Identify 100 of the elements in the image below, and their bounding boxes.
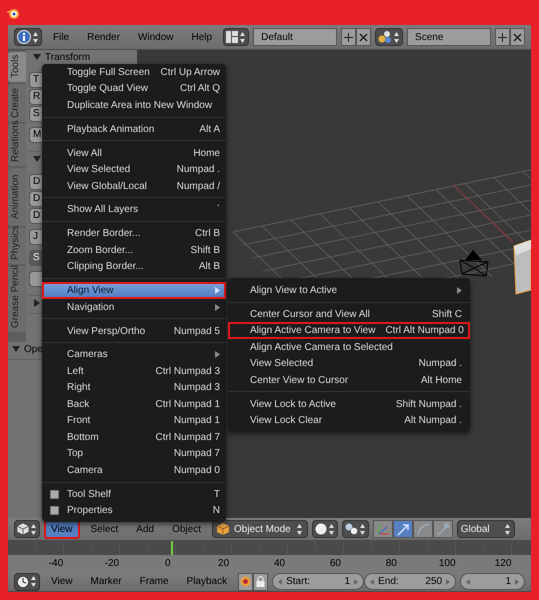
scene-field[interactable]: Scene xyxy=(407,28,491,46)
menu-item[interactable]: Top Numpad 7 xyxy=(42,446,226,462)
menu-item[interactable]: View Selected Numpad . xyxy=(42,161,226,178)
menu-item[interactable]: Toggle Quad View Ctrl Alt Q xyxy=(42,80,226,97)
menu-item[interactable]: Select xyxy=(84,520,126,538)
menu-item[interactable]: Align Active Camera to View Ctrl Alt Numpad 0 xyxy=(228,322,470,339)
ruler-label: 80 xyxy=(384,557,398,571)
left-arrow-icon xyxy=(370,578,374,584)
menu-item[interactable]: File xyxy=(46,30,76,44)
menu-item[interactable]: Zoom Border... Shift B xyxy=(42,242,226,259)
menu-item[interactable]: Clipping Border... Alt B xyxy=(42,258,226,276)
tool-button[interactable] xyxy=(372,520,393,538)
pivot-button[interactable] xyxy=(342,520,369,538)
menu-item[interactable]: Cameras xyxy=(42,346,226,364)
menu-item[interactable]: View Lock to Active Shift Numpad . xyxy=(228,396,470,412)
shading-button[interactable] xyxy=(312,520,338,538)
shelf-button[interactable]: D xyxy=(29,208,42,224)
tool-button[interactable] xyxy=(412,520,433,538)
menu-item[interactable]: Render xyxy=(80,30,127,44)
menu-item[interactable]: View Global/Local Numpad / xyxy=(42,178,226,194)
tool-button[interactable] xyxy=(392,520,413,538)
layout-field[interactable]: Default xyxy=(253,28,338,46)
tool-button[interactable] xyxy=(432,520,453,538)
close-button[interactable] xyxy=(356,28,372,46)
menu-item[interactable]: Render Border... Ctrl B xyxy=(42,226,226,242)
menu-item[interactable]: Center Cursor and View All Shift C xyxy=(228,306,470,322)
shelf-button[interactable]: J xyxy=(29,229,42,245)
menu-item[interactable]: View xyxy=(44,574,80,589)
menu-item[interactable]: Bottom Ctrl Numpad 7 xyxy=(42,429,226,446)
editor-type-button[interactable] xyxy=(14,572,40,590)
orientation-dropdown[interactable]: Global xyxy=(456,520,515,538)
menu-item[interactable]: Window xyxy=(130,30,181,44)
menu-item[interactable]: View All Home xyxy=(42,144,226,162)
record-icon xyxy=(240,576,252,587)
add-button[interactable] xyxy=(341,28,356,46)
menu-item[interactable]: Align View to Active xyxy=(228,282,470,298)
menu-item[interactable]: Marker xyxy=(84,574,129,589)
shelf-button[interactable]: M xyxy=(29,127,42,143)
menu-item[interactable]: View Selected Numpad . xyxy=(228,355,470,372)
start-field[interactable]: Start: 1 xyxy=(272,573,364,590)
close-button[interactable] xyxy=(510,28,525,46)
plus-icon xyxy=(498,32,507,42)
ruler-label: 100 xyxy=(438,557,457,571)
submenu-arrow-icon xyxy=(457,286,462,294)
editor-type-button[interactable] xyxy=(14,520,40,538)
updown-arrows-icon xyxy=(30,522,37,536)
menu-item[interactable]: Object xyxy=(165,520,208,538)
menu-item[interactable]: Back Ctrl Numpad 1 xyxy=(42,396,226,413)
menu-item[interactable]: Playback Animation Alt A xyxy=(42,120,226,138)
menu-item[interactable]: Camera Numpad 0 xyxy=(42,462,226,479)
ruler-label: 60 xyxy=(328,557,342,571)
menu-item[interactable]: View Persp/Ortho Numpad 5 xyxy=(42,322,226,340)
panel-title: Ope xyxy=(24,342,43,356)
lock-button[interactable] xyxy=(253,572,268,590)
menu-item[interactable]: Add xyxy=(129,520,162,538)
menu-item[interactable]: Duplicate Area into New Window xyxy=(42,97,226,114)
menu-item[interactable]: View Lock Clear Alt Numpad . xyxy=(228,412,470,429)
shelf-button[interactable]: T xyxy=(29,72,42,88)
ruler-label: 0 xyxy=(164,557,172,571)
dropdown-button[interactable]: S xyxy=(29,250,42,266)
menu-item[interactable]: Right Numpad 3 xyxy=(42,380,226,396)
menu-item[interactable]: Frame xyxy=(132,574,176,589)
menu-item[interactable]: Help xyxy=(184,30,220,44)
shelf-button[interactable]: S xyxy=(29,106,42,122)
updown-arrows-icon xyxy=(328,522,335,536)
shelf-tab[interactable]: Tools xyxy=(8,52,26,82)
shelf-button[interactable] xyxy=(29,271,42,287)
updown-arrows-icon xyxy=(296,522,303,536)
menu-item[interactable]: Toggle Full Screen Ctrl Up Arrow xyxy=(42,64,226,80)
menu-item[interactable]: Left Ctrl Numpad 3 xyxy=(42,363,226,380)
submenu-arrow-icon xyxy=(215,287,220,294)
ruler-label: -40 xyxy=(48,557,64,571)
menu-item[interactable]: Show All Layers ` xyxy=(42,202,226,218)
plus-icon xyxy=(344,32,354,42)
editor-type-button[interactable] xyxy=(14,28,42,46)
camera-drawing xyxy=(460,250,489,277)
current-frame-field[interactable]: 1 xyxy=(460,573,525,590)
menu-item[interactable]: Tool Shelf T xyxy=(42,486,226,503)
menu-item[interactable]: Navigation xyxy=(42,298,226,316)
scale-icon xyxy=(434,521,451,537)
menu-item[interactable]: Playback xyxy=(180,574,234,589)
shelf-button[interactable]: D xyxy=(29,174,42,190)
layout-button[interactable] xyxy=(223,28,250,46)
record-button[interactable] xyxy=(238,572,254,590)
scene-icon xyxy=(378,30,392,44)
scene-button[interactable] xyxy=(375,28,404,46)
panel-title: Transform xyxy=(45,50,90,64)
menu-item[interactable]: Align Active Camera to Selected xyxy=(228,338,470,356)
end-field[interactable]: End: 250 xyxy=(364,573,456,590)
shelf-button[interactable]: R xyxy=(29,89,42,105)
menu-item[interactable]: Align View xyxy=(42,282,226,299)
shelf-button[interactable]: D xyxy=(29,191,42,207)
menu-item[interactable]: Properties N xyxy=(42,502,226,520)
menu-item[interactable]: Center View to Cursor Alt Home xyxy=(228,372,470,388)
ruler-label: 120 xyxy=(494,557,512,571)
ruler-label: -20 xyxy=(104,557,120,571)
add-button[interactable] xyxy=(495,28,510,46)
menu-item[interactable]: Front Numpad 1 xyxy=(42,412,226,430)
mode-dropdown[interactable]: Object Mode xyxy=(212,520,308,538)
right-arrow-icon xyxy=(354,578,358,584)
